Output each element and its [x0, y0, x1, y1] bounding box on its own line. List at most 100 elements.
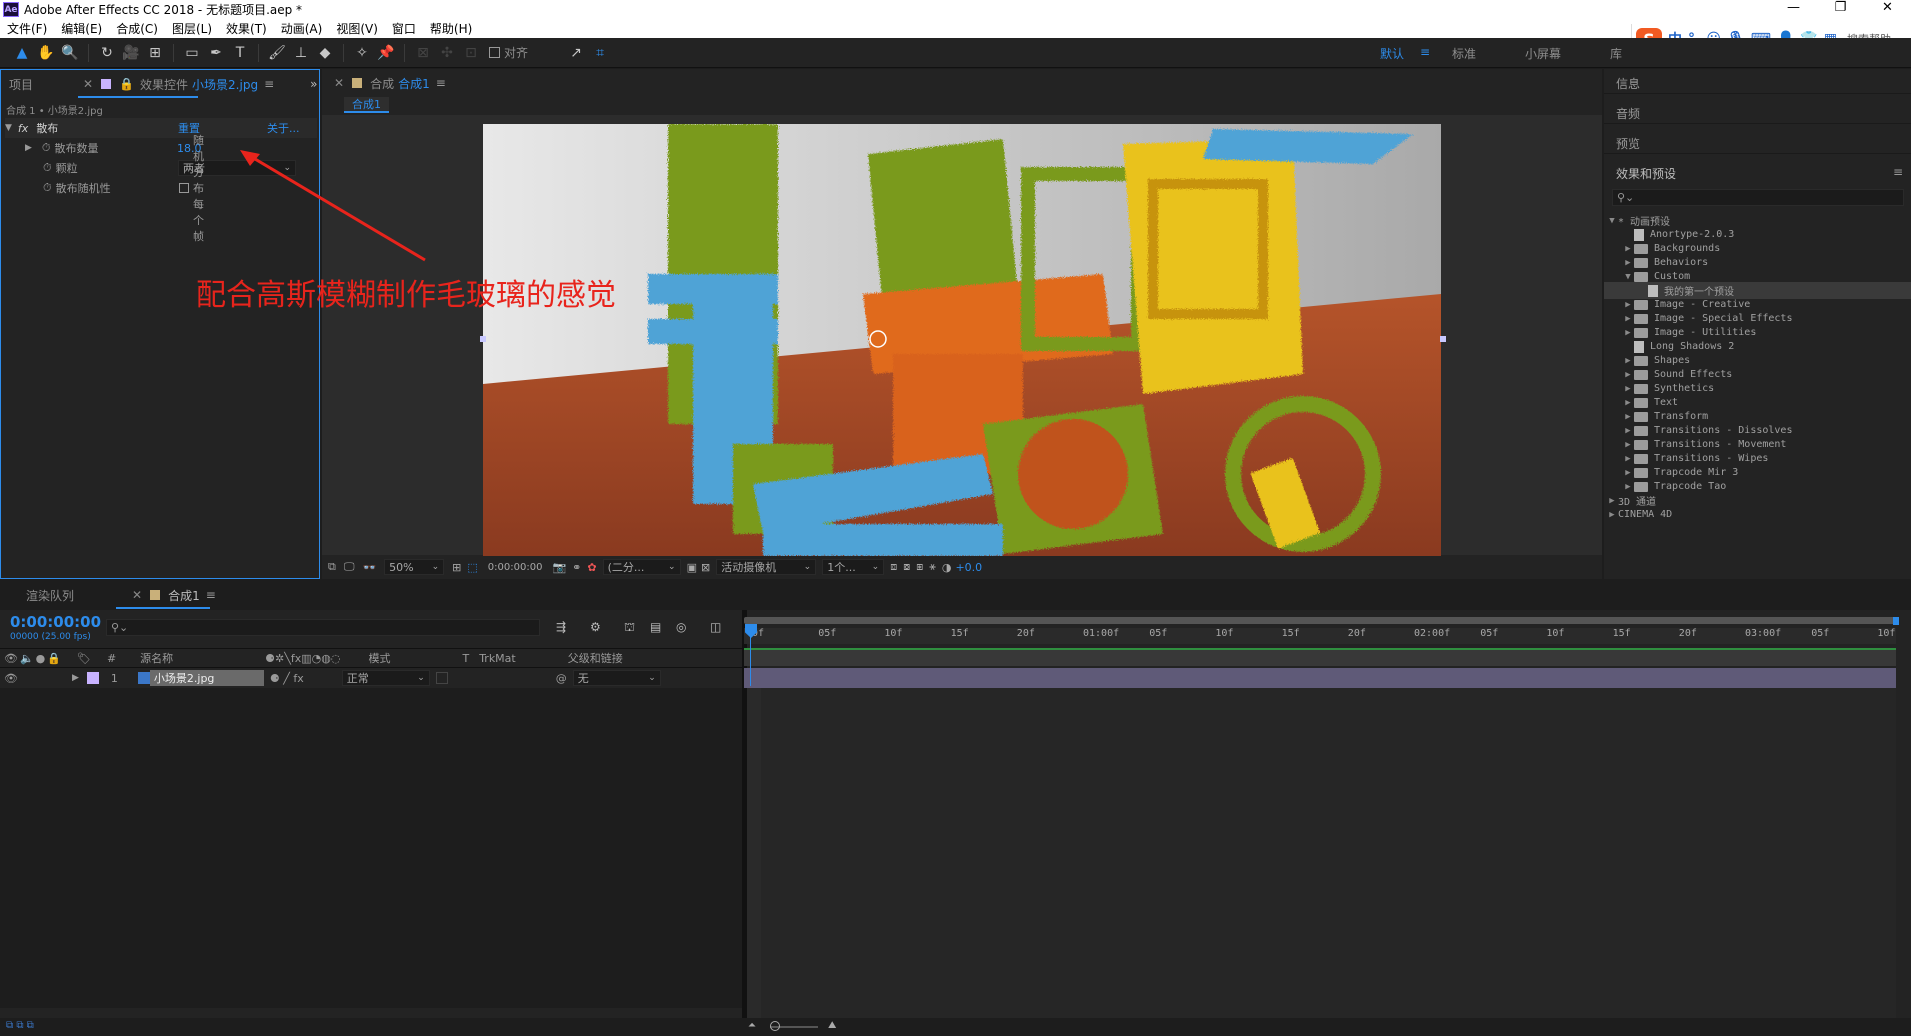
- close-tab-icon[interactable]: ✕: [83, 77, 93, 91]
- graph-editor-icon[interactable]: ◫: [710, 620, 721, 634]
- time-ruler[interactable]: [744, 628, 1896, 644]
- info-panel-header[interactable]: 信息: [1616, 75, 1640, 92]
- expanded-arrow-icon[interactable]: ▼: [1606, 216, 1618, 226]
- panel-menu-icon[interactable]: ≡: [436, 76, 446, 90]
- puppet-pin-tool-icon[interactable]: 📌: [374, 42, 398, 64]
- panel-menu-icon[interactable]: ≡: [1893, 165, 1903, 179]
- expand-panels-icon[interactable]: »: [310, 77, 317, 91]
- comp-tab-prefix[interactable]: 合成: [370, 75, 394, 92]
- eraser-tool-icon[interactable]: ◆: [313, 42, 337, 64]
- rectangle-tool-icon[interactable]: ▭: [180, 42, 204, 64]
- collapsed-arrow-icon[interactable]: ▶: [1622, 468, 1634, 478]
- close-tab-icon[interactable]: ✕: [132, 588, 142, 602]
- transparency-grid-icon[interactable]: ⊠: [701, 561, 710, 574]
- solo-icon[interactable]: ●: [36, 652, 46, 665]
- safe-zones-icon[interactable]: ⊞: [452, 561, 461, 574]
- collapsed-arrow-icon[interactable]: ▶: [1622, 258, 1634, 268]
- collapsed-arrow-icon[interactable]: ▶: [1622, 328, 1634, 338]
- expanded-arrow-icon[interactable]: ▼: [1622, 272, 1634, 282]
- timeline-timecode[interactable]: 0:00:00:00: [10, 613, 101, 631]
- collapsed-arrow-icon[interactable]: ▶: [1622, 482, 1634, 492]
- resolution-dropdown[interactable]: (二分... ⌄: [602, 559, 681, 575]
- roto-brush-tool-icon[interactable]: ✧: [350, 42, 374, 64]
- workspace-default[interactable]: 默认: [1380, 45, 1404, 62]
- work-area-bar[interactable]: [744, 617, 1896, 624]
- region-of-interest-icon[interactable]: ▣: [687, 561, 697, 574]
- views-dropdown[interactable]: 1个... ⌄: [822, 559, 885, 575]
- always-preview-icon[interactable]: ⧉: [328, 560, 336, 574]
- collapsed-arrow-icon[interactable]: ▶: [1622, 440, 1634, 450]
- draft-3d-icon[interactable]: ⚙: [590, 620, 601, 634]
- blend-mode-dropdown[interactable]: 正常 ⌄: [341, 670, 430, 686]
- eye-icon[interactable]: 👁: [4, 652, 18, 665]
- stopwatch-icon[interactable]: ⏱: [43, 181, 52, 195]
- fast-preview-icon[interactable]: ⧇: [903, 560, 910, 574]
- workspace-library[interactable]: 库: [1610, 45, 1622, 62]
- switches-icon[interactable]: ⚈✲╲fx▥◔◍◌: [265, 652, 340, 665]
- viewer-timecode[interactable]: 0:00:00:00: [488, 562, 543, 573]
- workspace-standard[interactable]: 标准: [1452, 45, 1476, 62]
- camera-dropdown[interactable]: 活动摄像机 ⌄: [716, 559, 817, 575]
- expand-arrow-icon[interactable]: ▶: [72, 673, 79, 683]
- vr-icon[interactable]: 👓: [362, 561, 376, 574]
- project-tab[interactable]: 项目: [9, 76, 33, 93]
- timeline-search-input[interactable]: ⚲⌄: [106, 619, 540, 636]
- menu-effect[interactable]: 效果(T): [219, 20, 274, 37]
- monitor-icon[interactable]: 🖵: [344, 560, 355, 574]
- camera-tool-icon[interactable]: 🎥: [119, 42, 143, 64]
- col-mode[interactable]: 模式: [368, 650, 390, 666]
- selection-tool-icon[interactable]: ▲: [10, 42, 34, 64]
- snap-toggle[interactable]: 对齐: [489, 44, 528, 61]
- collapsed-arrow-icon[interactable]: ▶: [1622, 244, 1634, 254]
- timeline-zoom-slider[interactable]: [770, 1021, 780, 1031]
- collapsed-arrow-icon[interactable]: ▶: [1622, 412, 1634, 422]
- collapsed-arrow-icon[interactable]: ▶: [1622, 370, 1634, 380]
- menu-layer[interactable]: 图层(L): [165, 20, 219, 37]
- menu-composition[interactable]: 合成(C): [109, 20, 165, 37]
- toggle-pixel-icon[interactable]: ⧈: [890, 560, 897, 574]
- pan-behind-tool-icon[interactable]: ⊞: [143, 42, 167, 64]
- stopwatch-icon[interactable]: ⏱: [43, 161, 52, 175]
- snap-checkbox[interactable]: [489, 47, 500, 58]
- collapsed-arrow-icon[interactable]: ▶: [1606, 510, 1618, 520]
- channel-icon[interactable]: ✿: [587, 561, 596, 574]
- menu-file[interactable]: 文件(F): [0, 20, 54, 37]
- snap-option-icon[interactable]: ↗: [564, 42, 588, 64]
- close-button[interactable]: ✕: [1864, 0, 1911, 19]
- snapshot-icon[interactable]: 📷: [552, 561, 566, 574]
- collapsed-arrow-icon[interactable]: ▶: [1622, 426, 1634, 436]
- clone-stamp-tool-icon[interactable]: ⊥: [289, 42, 313, 64]
- zoom-in-icon[interactable]: ⛰: [828, 1020, 836, 1031]
- col-trkmat[interactable]: TrkMat: [479, 652, 516, 665]
- stopwatch-icon[interactable]: ⏱: [42, 141, 51, 155]
- motion-blur-icon[interactable]: ◎: [676, 620, 686, 634]
- audio-icon[interactable]: 🔈: [20, 652, 34, 665]
- audio-panel-header[interactable]: 音频: [1616, 105, 1640, 122]
- pen-tool-icon[interactable]: ✒: [204, 42, 228, 64]
- shy-layers-icon[interactable]: ⛫: [624, 620, 635, 636]
- col-source-name[interactable]: 源名称: [140, 650, 173, 666]
- menu-animation[interactable]: 动画(A): [274, 20, 330, 37]
- parent-dropdown[interactable]: 无 ⌄: [572, 670, 661, 686]
- workspace-small-screen[interactable]: 小屏幕: [1525, 45, 1561, 62]
- brush-tool-icon[interactable]: 🖌: [265, 42, 289, 64]
- bounding-handle[interactable]: [480, 336, 486, 342]
- label-icon[interactable]: 🏷: [77, 652, 91, 665]
- close-tab-icon[interactable]: ✕: [334, 76, 344, 90]
- reset-exposure-icon[interactable]: ◑: [942, 561, 952, 574]
- comp-mini-flowchart-icon[interactable]: ⇶: [556, 620, 566, 634]
- zoom-out-icon[interactable]: ⏶: [748, 1020, 756, 1031]
- snap-grid-icon[interactable]: ⌗: [588, 42, 612, 64]
- collapsed-arrow-icon[interactable]: ▶: [1622, 398, 1634, 408]
- preserve-transparency-checkbox[interactable]: [435, 672, 448, 684]
- mask-visibility-icon[interactable]: ⬚: [467, 561, 477, 574]
- collapsed-arrow-icon[interactable]: ▶: [1622, 384, 1634, 394]
- col-parent[interactable]: 父级和链接: [568, 650, 623, 666]
- flowchart-icon[interactable]: ⚹: [929, 560, 936, 574]
- comp-time-bar[interactable]: [744, 648, 1896, 666]
- collapsed-arrow-icon[interactable]: ▶: [1622, 356, 1634, 366]
- type-tool-icon[interactable]: T: [228, 42, 252, 64]
- layer-row[interactable]: 👁 ▶ 1 小场景2.jpg ⚈ ╱ fx 正常 ⌄ @ 无 ⌄: [0, 668, 742, 688]
- pickwhip-icon[interactable]: @: [556, 672, 567, 685]
- layer-name[interactable]: 小场景2.jpg: [149, 670, 264, 686]
